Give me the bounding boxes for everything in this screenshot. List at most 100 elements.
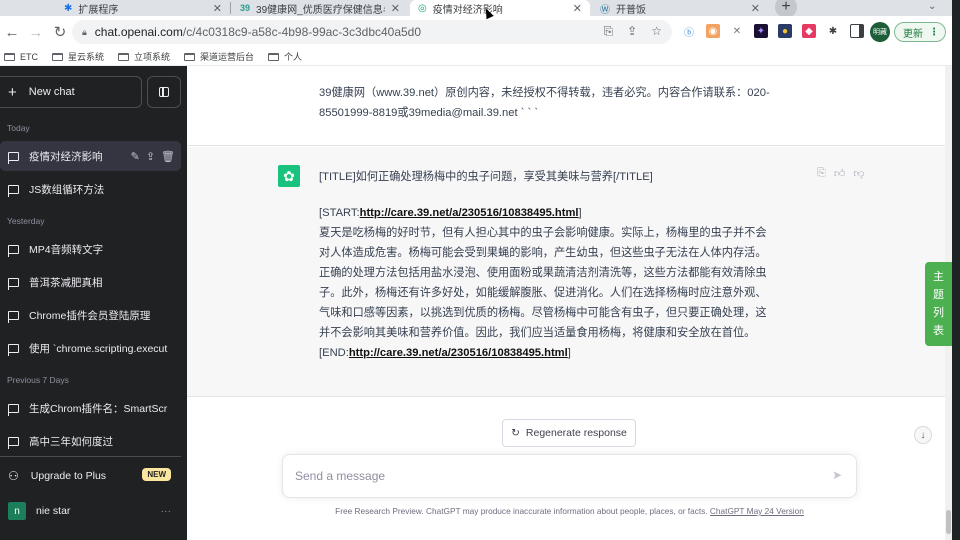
translate-icon[interactable]: ⎘	[604, 24, 614, 39]
input-placeholder: Send a message	[295, 469, 386, 483]
tab-39health[interactable]: 39 39健康网_优质医疗保健信息与 ✕	[232, 0, 408, 16]
extensions-puzzle-icon[interactable]: ✱	[826, 24, 840, 38]
lock-icon: 🔒︎	[82, 26, 87, 37]
desktop-edge	[952, 0, 960, 540]
tab-extensions[interactable]: ✱ 扩展程序 ✕	[56, 0, 230, 16]
chat-item[interactable]: 使用 `chrome.scripting.execut	[0, 333, 181, 363]
close-tab-icon[interactable]: ✕	[391, 2, 400, 15]
chat-item-label: Chrome插件会员登陆原理	[29, 309, 151, 322]
body-line: 对人体造成危害。杨梅可能会受到果蝇的影响，产生幼虫，但这些虫子无法在人体内存活。	[319, 247, 767, 259]
body-line: 正确的处理方法包括用盐水浸泡、使用面粉或果蔬清洁剂清洗等，这些方法都能有效清除虫	[319, 267, 767, 279]
assistant-message: ✿ ⎘ 👍︎ 👎︎ [TITLE]如何正确处理杨梅中的虫子问题，享受其美味与营养…	[187, 147, 952, 397]
chat-item-label: 生成Chrom插件名：SmartScr	[29, 402, 168, 415]
extension-x-icon[interactable]: ✕	[730, 24, 744, 38]
side-panel-icon[interactable]	[850, 24, 864, 38]
update-button[interactable]: 更新 ⋮	[894, 22, 946, 42]
browser-chrome: ✱ 扩展程序 ✕ 39 39健康网_优质医疗保健信息与 ✕ ◎ 疫情对经济影响 …	[0, 0, 952, 66]
bookmark-star-icon[interactable]: ☆	[651, 24, 662, 39]
side-tab-char: 列	[933, 307, 944, 319]
trash-icon[interactable]: 🗑︎	[161, 150, 175, 163]
extension-b-icon[interactable]: ⓑ	[682, 24, 696, 39]
chat-item-label: 疫情对经济影响	[29, 150, 103, 163]
regenerate-response-button[interactable]: ↻ Regenerate response	[502, 419, 636, 447]
topic-list-side-tab[interactable]: 主 题 列 表	[925, 262, 952, 346]
edit-icon[interactable]: ✎	[131, 150, 140, 163]
extension-red-icon[interactable]: ◆	[802, 24, 816, 38]
extension-globe-icon[interactable]: ●	[778, 24, 792, 38]
sidebar-divider	[0, 456, 181, 457]
chat-item-label: 高中三年如何度过	[29, 435, 113, 448]
chat-item[interactable]: MP4音频转文字	[0, 234, 181, 264]
chat-item-active[interactable]: 疫情对经济影响 ✎ ⇪ 🗑︎	[0, 141, 181, 171]
title-line: [TITLE]如何正确处理杨梅中的虫子问题，享受其美味与营养[/TITLE]	[319, 171, 653, 183]
body-line: 夏天是吃杨梅的好时节，但有人担心其中的虫子会影响健康。实际上，杨梅里的虫子并不会	[319, 227, 767, 239]
new-chat-button[interactable]: + New chat	[0, 76, 142, 108]
tab-label: 扩展程序	[78, 4, 119, 16]
sidebar-toggle-icon	[159, 87, 169, 97]
bookmark-folder[interactable]: 渠道运营后台	[184, 50, 254, 63]
end-link[interactable]: http://care.39.net/a/230516/10838495.htm…	[349, 347, 568, 359]
chat-item[interactable]: JS数组循环方法	[0, 174, 181, 204]
thumbs-down-icon[interactable]: 👎︎	[853, 167, 864, 180]
copy-icon[interactable]: ⎘	[817, 167, 826, 180]
send-icon[interactable]: ➤	[832, 468, 842, 482]
chat-item[interactable]: 高中三年如何度过	[0, 426, 181, 456]
url-host: chat.openai.com	[94, 25, 183, 39]
chat-item[interactable]: 生成Chrom插件名：SmartScr	[0, 393, 181, 423]
chat-bubble-icon	[7, 277, 19, 290]
address-bar[interactable]: 🔒︎ chat.openai.com/c/4c0318c9-a58c-4b98-…	[72, 20, 672, 44]
chatgpt-logo-icon: ✿	[278, 165, 300, 187]
body-line: 气味和口感等因素，以挑选到优质的杨梅。尽管杨梅中可能含有虫子，但只要正确处理，这	[319, 307, 767, 319]
bookmark-folder[interactable]: 星云系统	[52, 50, 104, 63]
bookmark-folder[interactable]: 立项系统	[118, 50, 170, 63]
forward-button[interactable]: →	[24, 24, 48, 41]
update-label: 更新	[903, 28, 923, 40]
close-tab-icon[interactable]: ✕	[751, 2, 760, 15]
message-input[interactable]: Send a message ➤	[282, 454, 857, 498]
scroll-to-bottom-button[interactable]: ↓	[914, 426, 932, 444]
chat-item[interactable]: Chrome插件会员登陆原理	[0, 300, 181, 330]
scrollbar-thumb[interactable]	[946, 510, 951, 534]
chat-bubble-icon	[7, 151, 19, 164]
bookmark-folder[interactable]: 个人	[268, 50, 302, 63]
browser-menu-icon[interactable]: ⋮	[929, 27, 939, 38]
user-icon: ⚇	[8, 469, 19, 483]
toggle-sidebar-button[interactable]	[147, 76, 181, 108]
user-message: 39健康网（www.39.net）原创内容，未经授权不得转载，违者必究。内容合作…	[187, 66, 952, 146]
more-options-icon[interactable]: ···	[161, 505, 172, 517]
tab-active-chat[interactable]: ◎ 疫情对经济影响 ✕	[410, 0, 590, 16]
close-tab-icon[interactable]: ✕	[573, 2, 582, 15]
extension-dark-icon[interactable]: ✦	[754, 24, 768, 38]
start-link[interactable]: http://care.39.net/a/230516/10838495.htm…	[360, 207, 579, 219]
folder-icon	[52, 52, 63, 61]
share-icon[interactable]: ⇪	[146, 150, 155, 163]
share-icon[interactable]: ⇪	[627, 24, 637, 39]
user-name: nie star	[36, 505, 71, 517]
bookmark-folder[interactable]: ETC	[4, 52, 38, 62]
start-suffix: ]	[578, 207, 582, 219]
start-line: [START:http://care.39.net/a/230516/10838…	[319, 203, 809, 223]
chat-bubble-icon	[7, 403, 19, 416]
arrow-down-icon: ↓	[920, 429, 926, 441]
upgrade-to-plus-button[interactable]: ⚇ Upgrade to Plus NEW	[0, 462, 181, 490]
tab-search-chevron-icon[interactable]: ⌄	[928, 1, 936, 12]
chat-main: 39健康网（www.39.net）原创内容，未经授权不得转载，违者必究。内容合作…	[187, 66, 952, 540]
extension-orange-icon[interactable]: ◉	[706, 24, 720, 38]
reload-button[interactable]: ↻	[48, 23, 72, 41]
close-tab-icon[interactable]: ✕	[213, 2, 222, 15]
assistant-message-text: [TITLE]如何正确处理杨梅中的虫子问题，享受其美味与营养[/TITLE] […	[319, 167, 809, 363]
end-line: [END:http://care.39.net/a/230516/1083849…	[319, 343, 809, 363]
version-link[interactable]: ChatGPT May 24 Version	[710, 506, 804, 516]
chat-item[interactable]: 普洱茶减肥真相	[0, 267, 181, 297]
profile-avatar[interactable]: 明藏	[870, 22, 890, 42]
footer-text: Free Research Preview. ChatGPT may produ…	[335, 506, 710, 516]
folder-icon	[268, 52, 280, 61]
openai-icon: ◎	[418, 2, 427, 14]
tab-wordpress[interactable]: Ⓦ 开普饭 ✕	[592, 0, 768, 16]
tab-label: 开普饭	[616, 4, 646, 16]
thumbs-up-icon[interactable]: 👍︎	[834, 167, 846, 180]
tab-label: 39健康网_优质医疗保健信息与	[256, 4, 385, 16]
side-tab-char: 主	[933, 271, 944, 283]
user-menu-button[interactable]: n nie star ···	[0, 496, 181, 526]
back-button[interactable]: ←	[0, 24, 24, 41]
